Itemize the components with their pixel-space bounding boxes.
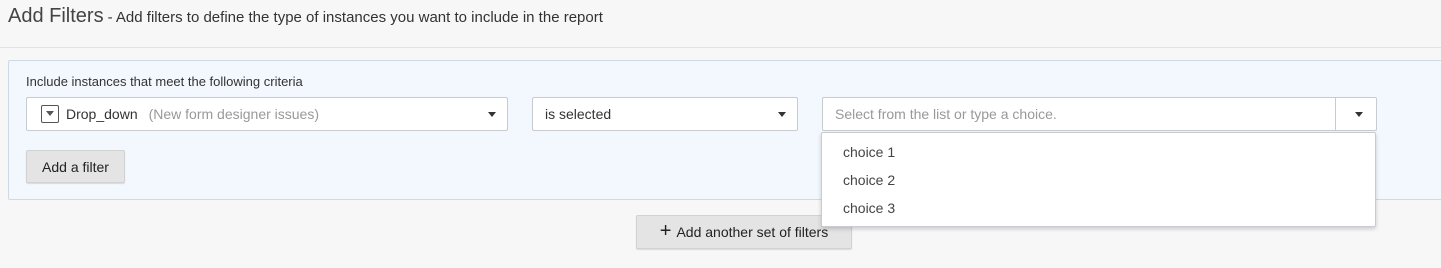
value-combobox[interactable]: Select from the list or type a choice. — [822, 97, 1377, 131]
add-filter-set-label: Add another set of filters — [676, 224, 829, 240]
field-select[interactable]: Drop_down (New form designer issues) — [26, 97, 508, 131]
value-dropdown-list: choice 1 choice 2 choice 3 — [821, 132, 1376, 227]
page-header: Add Filters - Add filters to define the t… — [0, 0, 1441, 48]
plus-icon: + — [659, 220, 672, 242]
value-dropdown-toggle[interactable] — [1335, 98, 1376, 130]
add-filter-button[interactable]: Add a filter — [26, 150, 125, 183]
chevron-down-icon — [778, 112, 786, 117]
criteria-label: Include instances that meet the followin… — [26, 74, 303, 89]
value-input-placeholder[interactable]: Select from the list or type a choice. — [835, 106, 1057, 122]
dropdown-option[interactable]: choice 1 — [843, 144, 895, 160]
dropdown-option[interactable]: choice 3 — [843, 200, 895, 216]
operator-select[interactable]: is selected — [532, 97, 798, 131]
chevron-down-icon — [1355, 112, 1363, 117]
page-subtitle: - Add filters to define the type of inst… — [107, 9, 603, 26]
dropdown-option[interactable]: choice 2 — [843, 172, 895, 188]
add-filter-set-button[interactable]: + Add another set of filters — [636, 215, 852, 249]
field-source: (New form designer issues) — [148, 106, 319, 122]
page-title: Add Filters - Add filters to define the t… — [8, 5, 603, 28]
title-text: Add Filters — [8, 5, 104, 27]
operator-value: is selected — [545, 106, 612, 122]
chevron-down-icon — [488, 112, 496, 117]
field-name: Drop_down — [66, 106, 138, 122]
dropdown-field-icon — [41, 105, 59, 123]
